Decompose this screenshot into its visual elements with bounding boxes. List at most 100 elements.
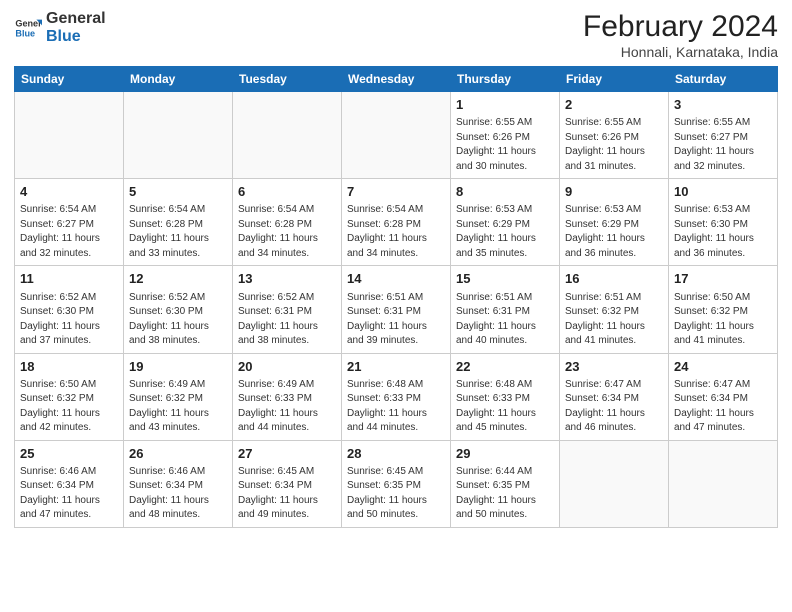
- cell-day-number: 21: [347, 358, 445, 376]
- calendar-cell: 10Sunrise: 6:53 AM Sunset: 6:30 PM Dayli…: [669, 179, 778, 266]
- calendar-cell: 7Sunrise: 6:54 AM Sunset: 6:28 PM Daylig…: [342, 179, 451, 266]
- calendar-cell: 2 Sunrise: 6:55 AM Sunset: 6:26 PM Daylig…: [560, 92, 669, 179]
- cell-day-number: 15: [456, 270, 554, 288]
- cell-day-number: 18: [20, 358, 118, 376]
- calendar-cell: 6 Sunrise: 6:54 AM Sunset: 6:28 PM Daylig…: [233, 179, 342, 266]
- calendar-cell: 27Sunrise: 6:45 AM Sunset: 6:34 PM Dayli…: [233, 440, 342, 527]
- cell-info-text: Sunrise: 6:53 AM Sunset: 6:29 PM Dayligh…: [456, 203, 554, 261]
- cell-info-text: Sunrise: 6:48 AM Sunset: 6:33 PM Dayligh…: [456, 378, 554, 436]
- week-row: 1 Sunrise: 6:55 AM Sunset: 6:26 PM Daylig…: [15, 92, 778, 179]
- calendar-cell: 9 Sunrise: 6:53 AM Sunset: 6:29 PM Daylig…: [560, 179, 669, 266]
- cell-info-text: Sunrise: 6:52 AM Sunset: 6:31 PM Dayligh…: [238, 291, 336, 349]
- cell-info-text: Sunrise: 6:45 AM Sunset: 6:35 PM Dayligh…: [347, 465, 445, 523]
- calendar-cell: 23 Sunrise: 6:47 AM Sunset: 6:34 PM Dayli…: [560, 353, 669, 440]
- calendar-cell: [15, 92, 124, 179]
- cell-info-text: Sunrise: 6:50 AM Sunset: 6:32 PM Dayligh…: [674, 291, 772, 349]
- calendar-cell: 20Sunrise: 6:49 AM Sunset: 6:33 PM Dayli…: [233, 353, 342, 440]
- calendar-cell: 21Sunrise: 6:48 AM Sunset: 6:33 PM Dayli…: [342, 353, 451, 440]
- calendar-cell: 25Sunrise: 6:46 AM Sunset: 6:34 PM Dayli…: [15, 440, 124, 527]
- calendar-cell: 14 Sunrise: 6:51 AM Sunset: 6:31 PM Dayli…: [342, 266, 451, 353]
- calendar-cell: 1Sunrise: 6:55 AM Sunset: 6:26 PM Daylig…: [451, 92, 560, 179]
- calendar-cell: 3 Sunrise: 6:55 AM Sunset: 6:27 PM Daylig…: [669, 92, 778, 179]
- cell-day-number: 17: [674, 270, 772, 288]
- svg-text:Blue: Blue: [15, 28, 35, 38]
- logo-icon: General Blue: [14, 14, 42, 42]
- month-year: February 2024: [583, 10, 778, 44]
- cell-info-text: Sunrise: 6:54 AM Sunset: 6:28 PM Dayligh…: [129, 203, 227, 261]
- cell-info-text: Sunrise: 6:53 AM Sunset: 6:29 PM Dayligh…: [565, 203, 663, 261]
- cell-info-text: Sunrise: 6:46 AM Sunset: 6:34 PM Dayligh…: [129, 465, 227, 523]
- weekday-header: Friday: [560, 67, 669, 92]
- calendar-cell: 29Sunrise: 6:44 AM Sunset: 6:35 PM Dayli…: [451, 440, 560, 527]
- cell-day-number: 7: [347, 183, 445, 201]
- logo: General Blue General Blue: [14, 10, 106, 45]
- cell-day-number: 9: [565, 183, 663, 201]
- calendar-table: SundayMondayTuesdayWednesdayThursdayFrid…: [14, 66, 778, 528]
- calendar-cell: 17 Sunrise: 6:50 AM Sunset: 6:32 PM Dayli…: [669, 266, 778, 353]
- weekday-header: Saturday: [669, 67, 778, 92]
- calendar-cell: 11 Sunrise: 6:52 AM Sunset: 6:30 PM Dayli…: [15, 266, 124, 353]
- cell-day-number: 19: [129, 358, 227, 376]
- cell-info-text: Sunrise: 6:46 AM Sunset: 6:34 PM Dayligh…: [20, 465, 118, 523]
- cell-info-text: Sunrise: 6:51 AM Sunset: 6:31 PM Dayligh…: [347, 291, 445, 349]
- weekday-header: Tuesday: [233, 67, 342, 92]
- cell-info-text: Sunrise: 6:52 AM Sunset: 6:30 PM Dayligh…: [20, 291, 118, 349]
- page: General Blue General Blue February 2024 …: [0, 0, 792, 612]
- cell-day-number: 29: [456, 445, 554, 463]
- cell-day-number: 23: [565, 358, 663, 376]
- cell-day-number: 28: [347, 445, 445, 463]
- weekday-header-row: SundayMondayTuesdayWednesdayThursdayFrid…: [15, 67, 778, 92]
- calendar-cell: [233, 92, 342, 179]
- cell-day-number: 11: [20, 270, 118, 288]
- calendar-cell: 5 Sunrise: 6:54 AM Sunset: 6:28 PM Daylig…: [124, 179, 233, 266]
- weekday-header: Sunday: [15, 67, 124, 92]
- cell-day-number: 22: [456, 358, 554, 376]
- calendar-cell: 19 Sunrise: 6:49 AM Sunset: 6:32 PM Dayli…: [124, 353, 233, 440]
- cell-day-number: 26: [129, 445, 227, 463]
- cell-day-number: 1: [456, 96, 554, 114]
- cell-day-number: 6: [238, 183, 336, 201]
- calendar-cell: 4 Sunrise: 6:54 AM Sunset: 6:27 PM Daylig…: [15, 179, 124, 266]
- calendar-cell: [560, 440, 669, 527]
- cell-info-text: Sunrise: 6:53 AM Sunset: 6:30 PM Dayligh…: [674, 203, 772, 261]
- cell-info-text: Sunrise: 6:54 AM Sunset: 6:27 PM Dayligh…: [20, 203, 118, 261]
- logo-line1: General: [46, 10, 106, 28]
- cell-day-number: 13: [238, 270, 336, 288]
- week-row: 4 Sunrise: 6:54 AM Sunset: 6:27 PM Daylig…: [15, 179, 778, 266]
- calendar-cell: 18 Sunrise: 6:50 AM Sunset: 6:32 PM Dayli…: [15, 353, 124, 440]
- calendar-cell: 22 Sunrise: 6:48 AM Sunset: 6:33 PM Dayli…: [451, 353, 560, 440]
- cell-day-number: 20: [238, 358, 336, 376]
- calendar-cell: 13 Sunrise: 6:52 AM Sunset: 6:31 PM Dayli…: [233, 266, 342, 353]
- location: Honnali, Karnataka, India: [583, 44, 778, 60]
- cell-info-text: Sunrise: 6:47 AM Sunset: 6:34 PM Dayligh…: [565, 378, 663, 436]
- weekday-header: Thursday: [451, 67, 560, 92]
- cell-day-number: 3: [674, 96, 772, 114]
- week-row: 11 Sunrise: 6:52 AM Sunset: 6:30 PM Dayli…: [15, 266, 778, 353]
- calendar-cell: [342, 92, 451, 179]
- cell-info-text: Sunrise: 6:51 AM Sunset: 6:31 PM Dayligh…: [456, 291, 554, 349]
- calendar-cell: 16Sunrise: 6:51 AM Sunset: 6:32 PM Dayli…: [560, 266, 669, 353]
- cell-day-number: 5: [129, 183, 227, 201]
- cell-day-number: 4: [20, 183, 118, 201]
- calendar-cell: [669, 440, 778, 527]
- cell-info-text: Sunrise: 6:50 AM Sunset: 6:32 PM Dayligh…: [20, 378, 118, 436]
- cell-info-text: Sunrise: 6:55 AM Sunset: 6:27 PM Dayligh…: [674, 116, 772, 174]
- cell-day-number: 14: [347, 270, 445, 288]
- cell-info-text: Sunrise: 6:51 AM Sunset: 6:32 PM Dayligh…: [565, 291, 663, 349]
- calendar-cell: 28 Sunrise: 6:45 AM Sunset: 6:35 PM Dayli…: [342, 440, 451, 527]
- cell-info-text: Sunrise: 6:52 AM Sunset: 6:30 PM Dayligh…: [129, 291, 227, 349]
- calendar-cell: 12Sunrise: 6:52 AM Sunset: 6:30 PM Dayli…: [124, 266, 233, 353]
- cell-info-text: Sunrise: 6:54 AM Sunset: 6:28 PM Dayligh…: [238, 203, 336, 261]
- week-row: 25Sunrise: 6:46 AM Sunset: 6:34 PM Dayli…: [15, 440, 778, 527]
- cell-info-text: Sunrise: 6:47 AM Sunset: 6:34 PM Dayligh…: [674, 378, 772, 436]
- title-block: February 2024 Honnali, Karnataka, India: [583, 10, 778, 60]
- calendar-cell: 8Sunrise: 6:53 AM Sunset: 6:29 PM Daylig…: [451, 179, 560, 266]
- cell-day-number: 2: [565, 96, 663, 114]
- calendar-cell: 26 Sunrise: 6:46 AM Sunset: 6:34 PM Dayli…: [124, 440, 233, 527]
- cell-info-text: Sunrise: 6:49 AM Sunset: 6:32 PM Dayligh…: [129, 378, 227, 436]
- calendar-cell: 24 Sunrise: 6:47 AM Sunset: 6:34 PM Dayli…: [669, 353, 778, 440]
- cell-day-number: 24: [674, 358, 772, 376]
- cell-day-number: 27: [238, 445, 336, 463]
- cell-info-text: Sunrise: 6:55 AM Sunset: 6:26 PM Dayligh…: [565, 116, 663, 174]
- week-row: 18 Sunrise: 6:50 AM Sunset: 6:32 PM Dayli…: [15, 353, 778, 440]
